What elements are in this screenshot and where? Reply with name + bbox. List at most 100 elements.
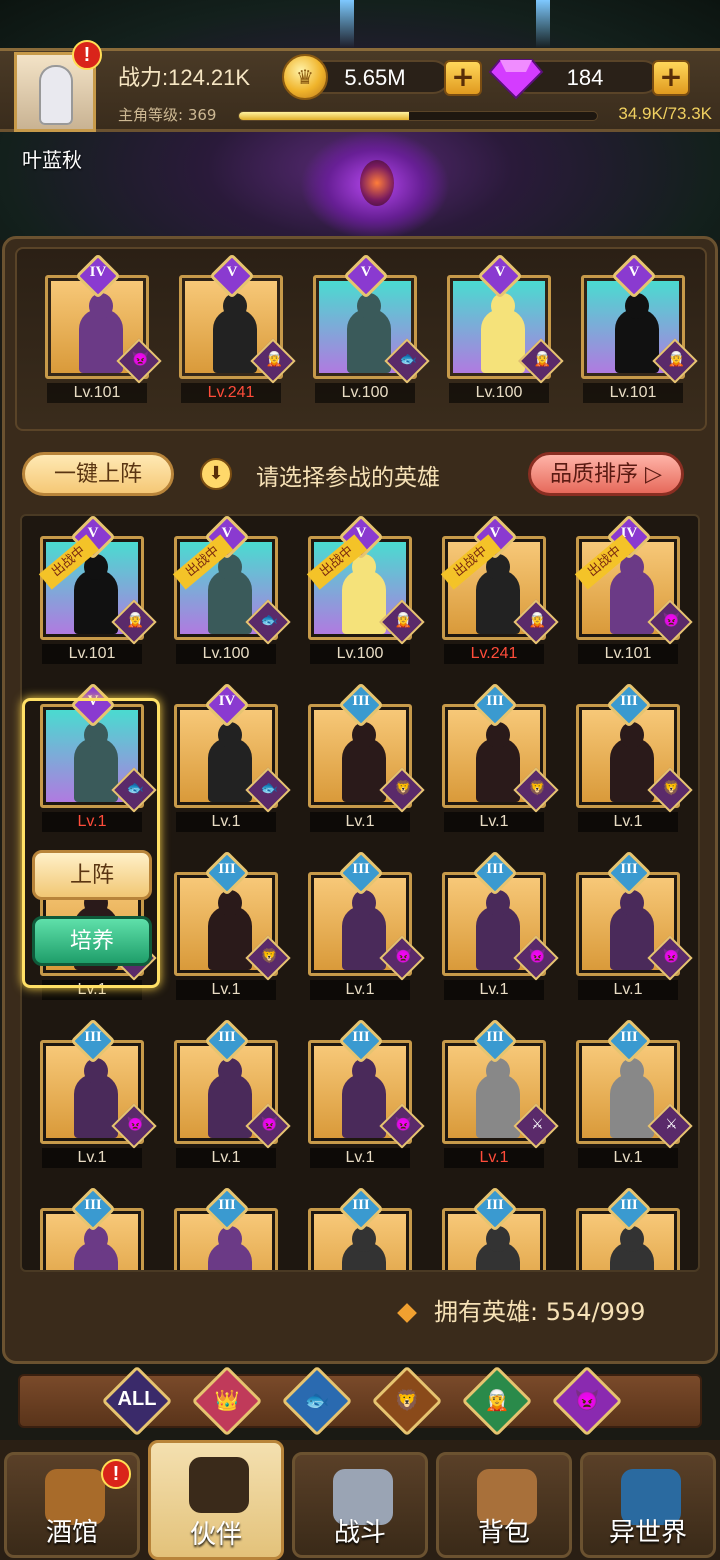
train-button[interactable]: 培养 [32,916,152,966]
lineup-hero-card[interactable]: V 🧝 Lv.100 [447,253,564,403]
rank-badge-icon: III [472,850,518,896]
rank-badge-icon: III [606,850,652,896]
add-gem-button[interactable]: + [652,60,690,96]
heroes-hero-card[interactable]: III🦁Lv.1 [576,682,693,832]
deploy-button[interactable]: 上阵 [32,850,152,900]
rank-numeral: III [352,861,370,877]
filter-lion-button[interactable]: 🦁 [371,1365,443,1437]
hero-silhouette [476,890,520,970]
partner-icon [189,1457,249,1513]
lineup-hero-card[interactable]: V 🐟 Lv.100 [313,253,430,403]
avatar-alert-icon: ! [72,40,102,70]
filter-fish-button[interactable]: 🐟 [281,1365,353,1437]
auto-deploy-button[interactable]: 一键上阵 [22,452,174,496]
hero-level: Lv.1 [42,1148,142,1168]
rank-badge-icon: V [611,253,657,299]
rank-numeral: IV [89,264,107,280]
rank-numeral: III [352,1197,370,1213]
heroes-hero-card[interactable]: III ⚔ Lv.1 [576,1018,693,1168]
hero-level: Lv.101 [583,383,683,403]
heroes-hero-card[interactable]: III [308,1186,412,1270]
hero-silhouette [342,890,386,970]
select-hero-hint: 请选择参战的英雄 [256,465,440,491]
heroes-hero-card[interactable]: III🦁Lv.1 [174,850,291,1000]
heroes-hero-card[interactable]: IV 🐟 Lv.1 [174,682,291,832]
heroes-hero-card[interactable]: III 👿 Lv.1 [40,1018,157,1168]
filter-demon-button[interactable]: 👿 [551,1365,623,1437]
nav-label: 背包 [477,1518,530,1548]
rank-numeral: III [620,1029,638,1045]
nav-tavern-tab[interactable]: 酒馆! [4,1452,140,1558]
hero-silhouette [74,554,118,634]
heroes-hero-card[interactable]: III [174,1186,278,1270]
hero-level: Lv.1 [310,812,410,832]
hero-level: Lv.1 [578,980,678,1000]
exp-progress-fill [239,112,410,120]
hero-silhouette [74,1226,118,1270]
nav-portal-tab[interactable]: 异世界 [580,1452,716,1558]
heroes-hero-card[interactable]: III 👿 Lv.1 [442,850,559,1000]
nav-label: 酒馆 [45,1518,98,1548]
hero-silhouette [610,722,654,802]
rank-numeral: III [218,861,236,877]
nav-battle-tab[interactable]: 战斗 [292,1452,428,1558]
demon-faction-icon: 👿 [574,1390,600,1412]
hero-level: Lv.100 [176,644,276,664]
rank-numeral: III [352,1029,370,1045]
lineup-hero-card[interactable]: V 🧝 Lv.241 [179,253,296,403]
heroes-hero-card[interactable]: III [442,1186,546,1270]
filter-crown-button[interactable]: 👑 [191,1365,263,1437]
lineup-hero-card[interactable]: IV 👿 Lv.101 [45,253,162,403]
rank-badge-icon: III [338,1018,384,1064]
add-gold-button[interactable]: + [444,60,482,96]
rank-numeral: III [84,1029,102,1045]
heroes-hero-card[interactable]: V 🧝 出战中 Lv.100 [306,516,425,664]
filter-all-button[interactable]: ALL [101,1365,173,1437]
hero-silhouette [476,1226,520,1270]
heroes-hero-card[interactable]: V 🐟 出战中 Lv.100 [172,516,291,664]
quality-sort-button[interactable]: 品质排序 ▷ [528,452,684,496]
rank-numeral: III [486,693,504,709]
heroes-hero-card[interactable]: IV 👿 出战中 Lv.101 [574,516,693,664]
heroes-hero-card[interactable]: V 🧝 出战中 Lv.101 [38,516,157,664]
heroes-hero-card[interactable]: V 🧝 出战中 Lv.241 [440,516,559,664]
nav-label: 战斗 [333,1518,386,1548]
heroes-hero-card[interactable]: III 👿 Lv.1 [576,850,693,1000]
heroes-hero-card[interactable]: III [40,1186,144,1270]
hero-level: Lv.1 [444,812,544,832]
rank-numeral: III [620,1197,638,1213]
fish-faction-icon: 🐟 [304,1390,330,1412]
nav-backpack-tab[interactable]: 背包 [436,1452,572,1558]
lineup-hero-card[interactable]: V 🧝 Lv.101 [581,253,698,403]
light-beam [340,0,354,48]
rank-badge-icon: III [70,1186,116,1232]
heroes-hero-card[interactable]: III 👿 Lv.1 [174,1018,291,1168]
owned-label: 拥有英雄: [434,1298,539,1326]
heroes-hero-card[interactable]: III🦁Lv.1 [308,682,425,832]
heroes-hero-card[interactable]: III ⚔ Lv.1 [442,1018,559,1168]
down-arrow-icon: ⬇ [200,458,232,490]
rank-numeral: III [486,1197,504,1213]
hero-silhouette [476,1058,520,1138]
hero-silhouette [208,890,252,970]
crown-faction-icon: 👑 [214,1390,240,1412]
play-arrow-icon: ▷ [645,462,662,487]
heroes-hero-card[interactable]: III 👿 Lv.1 [308,1018,425,1168]
heroes-hero-card[interactable]: III🦁Lv.1 [442,682,559,832]
heroes-hero-card[interactable]: III 👿 Lv.1 [308,850,425,1000]
nav-partner-tab[interactable]: 伙伴 [148,1440,284,1560]
rank-badge-icon: III [338,850,384,896]
heroes-hero-card[interactable]: III [576,1186,680,1270]
rank-badge-icon: III [472,682,518,728]
hero-silhouette [347,293,391,373]
rank-badge-icon: III [204,1186,250,1232]
rank-badge-icon: V [209,253,255,299]
rank-numeral: III [218,1197,236,1213]
rank-badge-icon: III [204,850,250,896]
hero-silhouette [610,890,654,970]
filter-elf-button[interactable]: 🧝 [461,1365,533,1437]
rank-badge-icon: III [606,1186,652,1232]
exp-text: 34.9K/73.3K [618,104,712,123]
rank-numeral: V [226,264,238,280]
rank-badge-icon: III [338,682,384,728]
